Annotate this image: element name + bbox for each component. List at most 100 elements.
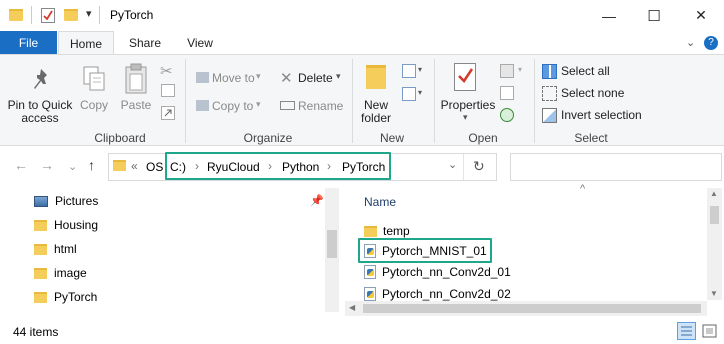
properties-button[interactable]: Properties (440, 99, 496, 112)
paste-shortcut-icon[interactable] (161, 106, 175, 120)
nav-item-pictures[interactable]: Pictures (34, 190, 98, 212)
tab-share[interactable]: Share (118, 31, 172, 55)
scroll-down-icon[interactable]: ▼ (710, 289, 718, 298)
delete-button[interactable]: Delete (298, 72, 333, 85)
select-all-icon (542, 64, 557, 79)
chevron-down-icon: ▾ (463, 112, 468, 122)
chevron-down-icon: ▾ (418, 65, 423, 74)
invert-selection-button[interactable]: Invert selection (561, 109, 642, 122)
ribbon-expand-icon[interactable]: ⌄ (686, 36, 695, 49)
file-list-vertical-scrollbar[interactable]: ▲ ▼ (707, 188, 722, 300)
move-to-icon (196, 72, 209, 83)
maximize-button[interactable]: ☐ (631, 0, 677, 31)
clipboard-group-label: Clipboard (94, 131, 146, 145)
file-list-horizontal-scrollbar[interactable]: ◀ (345, 301, 707, 316)
nav-item-label: Pictures (55, 194, 99, 208)
tab-file[interactable]: File (0, 31, 57, 55)
chevron-down-icon: ▾ (256, 99, 261, 109)
folder-icon (34, 219, 47, 231)
nav-item-housing[interactable]: Housing (34, 214, 98, 236)
pin-label-line2: access (21, 111, 59, 125)
breadcrumb-os[interactable]: OS (146, 160, 163, 174)
address-dropdown-icon[interactable]: ⌄ (448, 158, 457, 171)
ribbon: Pin to Quick access Copy Paste ✂ Clipboa… (0, 54, 724, 146)
up-button[interactable]: ↑ (88, 157, 95, 173)
pin-icon (30, 67, 52, 96)
invert-selection-icon (542, 108, 557, 123)
divider (534, 59, 535, 143)
minimize-button[interactable]: — (586, 0, 632, 31)
paste-icon (124, 63, 148, 98)
history-icon[interactable] (500, 108, 514, 122)
open-icon[interactable] (500, 64, 514, 78)
select-group-label: Select (574, 131, 608, 145)
folder-icon (113, 160, 126, 171)
divider (352, 59, 353, 143)
tab-home[interactable]: Home (58, 31, 114, 55)
copy-path-icon[interactable] (161, 84, 175, 97)
ribbon-tabs: File Home Share View ⌄ ? (0, 31, 724, 55)
forward-button[interactable]: → (40, 157, 54, 173)
copy-icon (82, 65, 106, 96)
new-item-icon[interactable] (402, 64, 416, 78)
scrollbar-thumb[interactable] (710, 206, 719, 224)
nav-item-label: image (54, 266, 87, 280)
help-icon[interactable]: ? (704, 36, 718, 50)
select-all-button[interactable]: Select all (561, 65, 610, 78)
copy-to-icon (196, 100, 209, 111)
window-title: PyTorch (110, 8, 154, 22)
back-button[interactable]: ← (14, 157, 28, 173)
pin-icon[interactable]: 📌 (310, 194, 324, 207)
chevron-down-icon: ▾ (518, 65, 523, 74)
divider (31, 6, 32, 24)
refresh-button[interactable]: ↻ (473, 158, 485, 175)
properties-icon[interactable] (41, 8, 55, 23)
large-icons-view-button[interactable] (700, 322, 719, 340)
scroll-up-icon[interactable]: ▲ (710, 189, 718, 198)
file-name: temp (383, 224, 410, 238)
qat-dropdown-icon[interactable]: ▾ (86, 7, 92, 20)
recent-locations-button[interactable]: ⌄ (68, 160, 77, 173)
divider (434, 59, 435, 143)
move-to-button[interactable]: Move to (212, 72, 255, 85)
new-folder-icon[interactable] (64, 9, 78, 21)
delete-icon: ✕ (280, 70, 293, 87)
pin-to-quick-access-button[interactable]: Pin to Quick access (4, 99, 76, 125)
new-folder-label-line2: folder (360, 111, 392, 125)
open-group-label: Open (468, 131, 498, 145)
breadcrumb-overflow[interactable]: « (131, 159, 138, 173)
file-highlight-box (358, 238, 492, 263)
file-name: Pytorch_nn_Conv2d_01 (382, 265, 511, 279)
nav-item-image[interactable]: image (34, 262, 87, 284)
organize-group-label: Organize (243, 131, 293, 145)
nav-item-pytorch[interactable]: PyTorch (34, 286, 97, 308)
column-header-name[interactable]: Name (364, 195, 396, 209)
scroll-left-icon[interactable]: ◀ (349, 303, 355, 312)
new-folder-icon (366, 65, 386, 89)
paste-button[interactable]: Paste (118, 99, 154, 112)
edit-icon[interactable] (500, 86, 514, 100)
nav-scrollbar[interactable] (325, 188, 339, 312)
search-input[interactable] (510, 153, 722, 181)
copy-to-button[interactable]: Copy to (212, 100, 253, 113)
folder-icon (34, 291, 47, 303)
select-none-button[interactable]: Select none (561, 87, 624, 100)
nav-item-html[interactable]: html (34, 238, 77, 260)
scrollbar-thumb[interactable] (363, 304, 701, 313)
properties-icon (454, 63, 476, 91)
copy-button[interactable]: Copy (78, 99, 110, 112)
folder-icon (34, 267, 47, 279)
chevron-down-icon: ▾ (418, 88, 423, 97)
rename-button[interactable]: Rename (298, 100, 343, 113)
cut-icon[interactable]: ✂ (160, 62, 173, 80)
title-bar: ▾ PyTorch — ☐ ✕ (0, 0, 724, 31)
scrollbar-thumb[interactable] (327, 230, 337, 258)
nav-item-label: Housing (54, 218, 99, 232)
new-folder-button[interactable]: New folder (356, 99, 396, 125)
close-button[interactable]: ✕ (678, 0, 724, 31)
details-view-button[interactable] (677, 322, 696, 340)
tab-view[interactable]: View (174, 31, 226, 55)
folder-icon (34, 243, 47, 255)
list-item[interactable]: Pytorch_nn_Conv2d_01 (364, 262, 511, 282)
easy-access-icon[interactable] (402, 87, 416, 101)
